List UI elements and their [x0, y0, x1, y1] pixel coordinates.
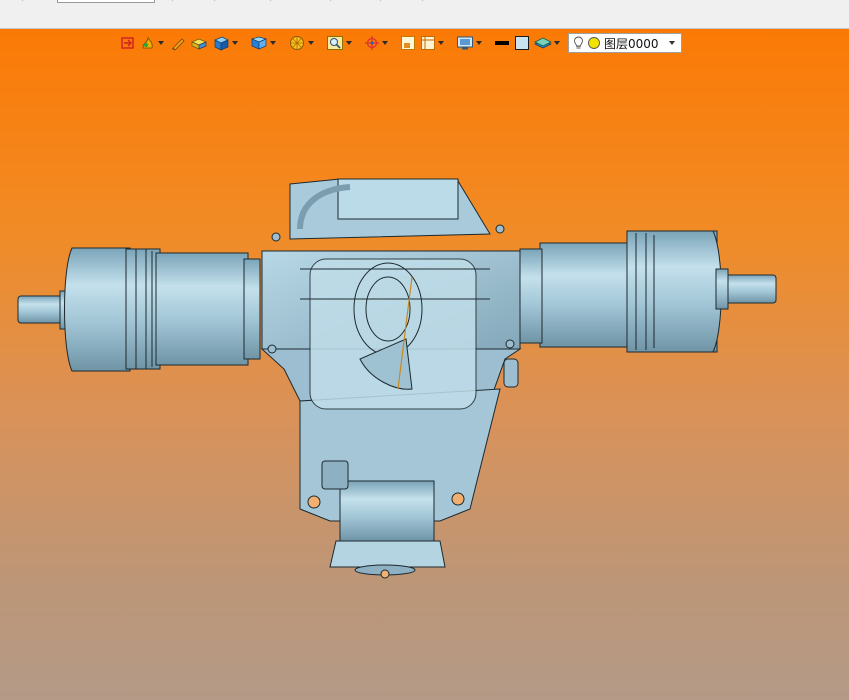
- ribbon-tick: [172, 0, 178, 1]
- ribbon-input-field[interactable]: [57, 0, 155, 3]
- graphics-viewport[interactable]: 图层0000: [0, 29, 849, 700]
- ribbon-tick: [422, 0, 428, 1]
- ribbon-tick: [330, 0, 336, 1]
- top-ribbon-strip: [0, 0, 849, 29]
- ribbon-tick: [22, 0, 28, 1]
- axle-assembly-model[interactable]: [0, 29, 849, 700]
- ribbon-tick: [270, 0, 276, 1]
- ribbon-tick: [214, 0, 220, 1]
- ribbon-tick: [380, 0, 386, 1]
